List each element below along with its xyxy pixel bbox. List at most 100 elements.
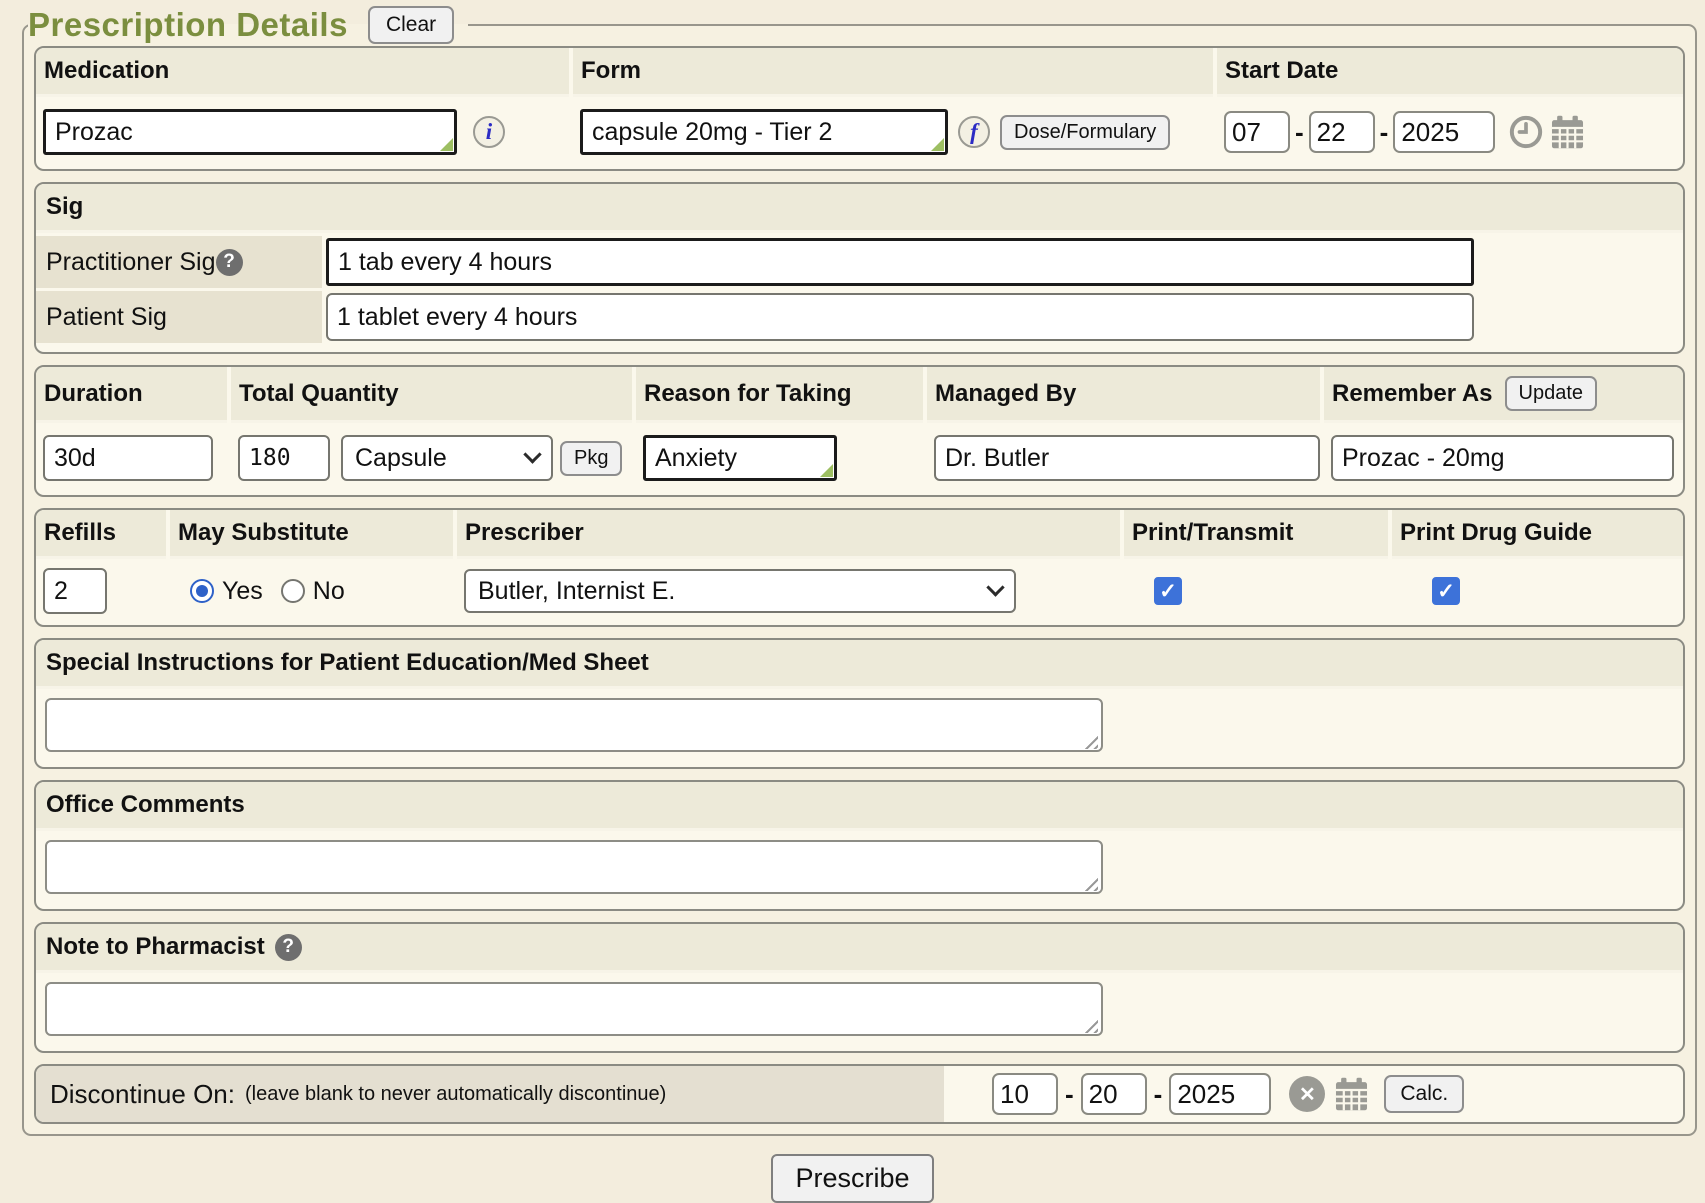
date-separator: - <box>1295 117 1304 148</box>
panel-discontinue: Discontinue On: (leave blank to never au… <box>34 1064 1685 1124</box>
quantity-unit-select[interactable]: Capsule <box>341 435 553 481</box>
remember-as-header: Remember As Update <box>1324 367 1683 423</box>
update-button[interactable]: Update <box>1505 376 1598 411</box>
details-content-row: Capsule Pkg <box>36 423 1683 495</box>
total-quantity-input[interactable] <box>238 435 330 481</box>
medication-header: Medication <box>36 48 569 97</box>
chevron-down-icon <box>523 445 541 463</box>
office-comments-textarea[interactable] <box>45 840 1103 894</box>
panel-details: Duration Total Quantity Reason for Takin… <box>34 365 1685 497</box>
print-transmit-checkbox[interactable]: ✓ <box>1154 577 1182 605</box>
may-substitute-header: May Substitute <box>170 510 453 559</box>
remember-as-cell <box>1324 435 1683 481</box>
form-cell: f Dose/Formulary <box>573 109 1213 155</box>
practitioner-sig-input[interactable] <box>326 238 1474 286</box>
print-drug-guide-cell: ✓ <box>1392 577 1683 605</box>
print-drug-guide-checkbox[interactable]: ✓ <box>1432 577 1460 605</box>
note-to-pharmacist-textarea-wrap <box>45 982 1103 1041</box>
managed-by-input[interactable] <box>934 435 1320 481</box>
sig-header-label: Sig <box>46 193 83 221</box>
office-comments-header: Office Comments <box>36 782 1683 831</box>
reason-cell <box>636 435 923 481</box>
remember-as-label: Remember As <box>1332 380 1493 408</box>
clear-date-icon[interactable]: ✕ <box>1289 1076 1325 1112</box>
office-comments-textarea-wrap <box>45 840 1103 899</box>
discontinue-day-input[interactable] <box>1081 1073 1147 1115</box>
dose-formulary-button[interactable]: Dose/Formulary <box>1000 115 1170 150</box>
note-to-pharmacist-textarea[interactable] <box>45 982 1103 1036</box>
note-to-pharmacist-header: Note to Pharmacist ? <box>36 924 1683 973</box>
practitioner-sig-label: Practitioner Sig <box>46 248 216 277</box>
may-substitute-yes-label: Yes <box>222 577 263 606</box>
start-date-month-input[interactable] <box>1224 111 1290 153</box>
reason-input[interactable] <box>643 435 837 481</box>
medication-input[interactable] <box>43 109 457 155</box>
office-comments-header-label: Office Comments <box>46 791 245 819</box>
refills-header-row: Refills May Substitute Prescriber Print/… <box>36 510 1683 559</box>
practitioner-sig-label-cell: Practitioner Sig? <box>36 236 322 288</box>
formulary-icon[interactable]: f <box>958 116 990 148</box>
patient-sig-label: Patient Sig <box>46 303 167 332</box>
clock-icon[interactable] <box>1509 115 1543 149</box>
duration-input[interactable] <box>43 435 213 481</box>
pkg-button[interactable]: Pkg <box>560 441 622 476</box>
special-instructions-textarea[interactable] <box>45 698 1103 752</box>
panel-special-instructions: Special Instructions for Patient Educati… <box>34 638 1685 769</box>
medication-input-wrap <box>43 109 457 155</box>
special-instructions-textarea-wrap <box>45 698 1103 757</box>
refills-header: Refills <box>36 510 166 559</box>
prescriber-cell: Butler, Internist E. <box>457 569 1120 613</box>
autocomplete-corner-icon <box>820 464 833 477</box>
prescriber-value: Butler, Internist E. <box>478 577 675 606</box>
reason-header: Reason for Taking <box>636 367 923 423</box>
may-substitute-no-radio[interactable] <box>281 579 305 603</box>
print-transmit-header: Print/Transmit <box>1124 510 1388 559</box>
drug-info-icon[interactable]: i <box>473 116 505 148</box>
medication-cell: i <box>36 109 569 155</box>
panel-sig: Sig Practitioner Sig? Patient Sig <box>34 182 1685 354</box>
refills-content-row: Yes No Butler, Internist E. ✓ ✓ <box>36 559 1683 625</box>
patient-sig-input[interactable] <box>326 293 1474 341</box>
special-instructions-header: Special Instructions for Patient Educati… <box>36 640 1683 689</box>
start-date-year-input[interactable] <box>1393 111 1495 153</box>
practitioner-sig-help-icon[interactable]: ? <box>216 249 243 276</box>
note-to-pharmacist-header-label: Note to Pharmacist <box>46 933 265 961</box>
print-transmit-cell: ✓ <box>1124 577 1388 605</box>
discontinue-label-strip: Discontinue On: (leave blank to never au… <box>36 1066 944 1122</box>
panel-note-to-pharmacist: Note to Pharmacist ? <box>34 922 1685 1053</box>
date-separator: - <box>1380 117 1389 148</box>
calendar-icon[interactable] <box>1549 115 1586 149</box>
refills-input[interactable] <box>43 568 107 614</box>
managed-by-header: Managed By <box>927 367 1320 423</box>
start-date-cell: - - <box>1217 111 1683 153</box>
remember-as-input[interactable] <box>1331 435 1674 481</box>
discontinue-month-input[interactable] <box>992 1073 1058 1115</box>
prescriber-select[interactable]: Butler, Internist E. <box>464 569 1016 613</box>
prescribe-button[interactable]: Prescribe <box>771 1154 933 1203</box>
calendar-icon[interactable] <box>1333 1077 1370 1111</box>
discontinue-hint: (leave blank to never automatically disc… <box>245 1083 666 1106</box>
patient-sig-input-cell <box>326 291 1474 343</box>
form-input[interactable] <box>580 109 948 155</box>
date-separator: - <box>1154 1079 1163 1110</box>
check-icon: ✓ <box>1159 579 1177 604</box>
discontinue-row: Discontinue On: (leave blank to never au… <box>36 1066 1683 1122</box>
note-to-pharmacist-help-icon[interactable]: ? <box>275 934 302 961</box>
start-date-day-input[interactable] <box>1309 111 1375 153</box>
details-header-row: Duration Total Quantity Reason for Takin… <box>36 367 1683 423</box>
calc-button[interactable]: Calc. <box>1384 1075 1464 1113</box>
start-date-header: Start Date <box>1217 48 1683 97</box>
autocomplete-corner-icon <box>931 138 944 151</box>
reason-input-wrap <box>643 435 837 481</box>
may-substitute-yes-radio[interactable] <box>190 579 214 603</box>
may-substitute-cell: Yes No <box>170 577 453 606</box>
panel-office-comments: Office Comments <box>34 780 1685 911</box>
form-input-wrap <box>580 109 948 155</box>
clear-button[interactable]: Clear <box>368 6 454 44</box>
prescribe-row: Prescribe <box>8 1154 1697 1203</box>
may-substitute-no-label: No <box>313 577 345 606</box>
practitioner-sig-input-cell <box>326 236 1474 288</box>
special-instructions-header-label: Special Instructions for Patient Educati… <box>46 649 649 677</box>
total-quantity-header: Total Quantity <box>231 367 632 423</box>
discontinue-year-input[interactable] <box>1169 1073 1271 1115</box>
